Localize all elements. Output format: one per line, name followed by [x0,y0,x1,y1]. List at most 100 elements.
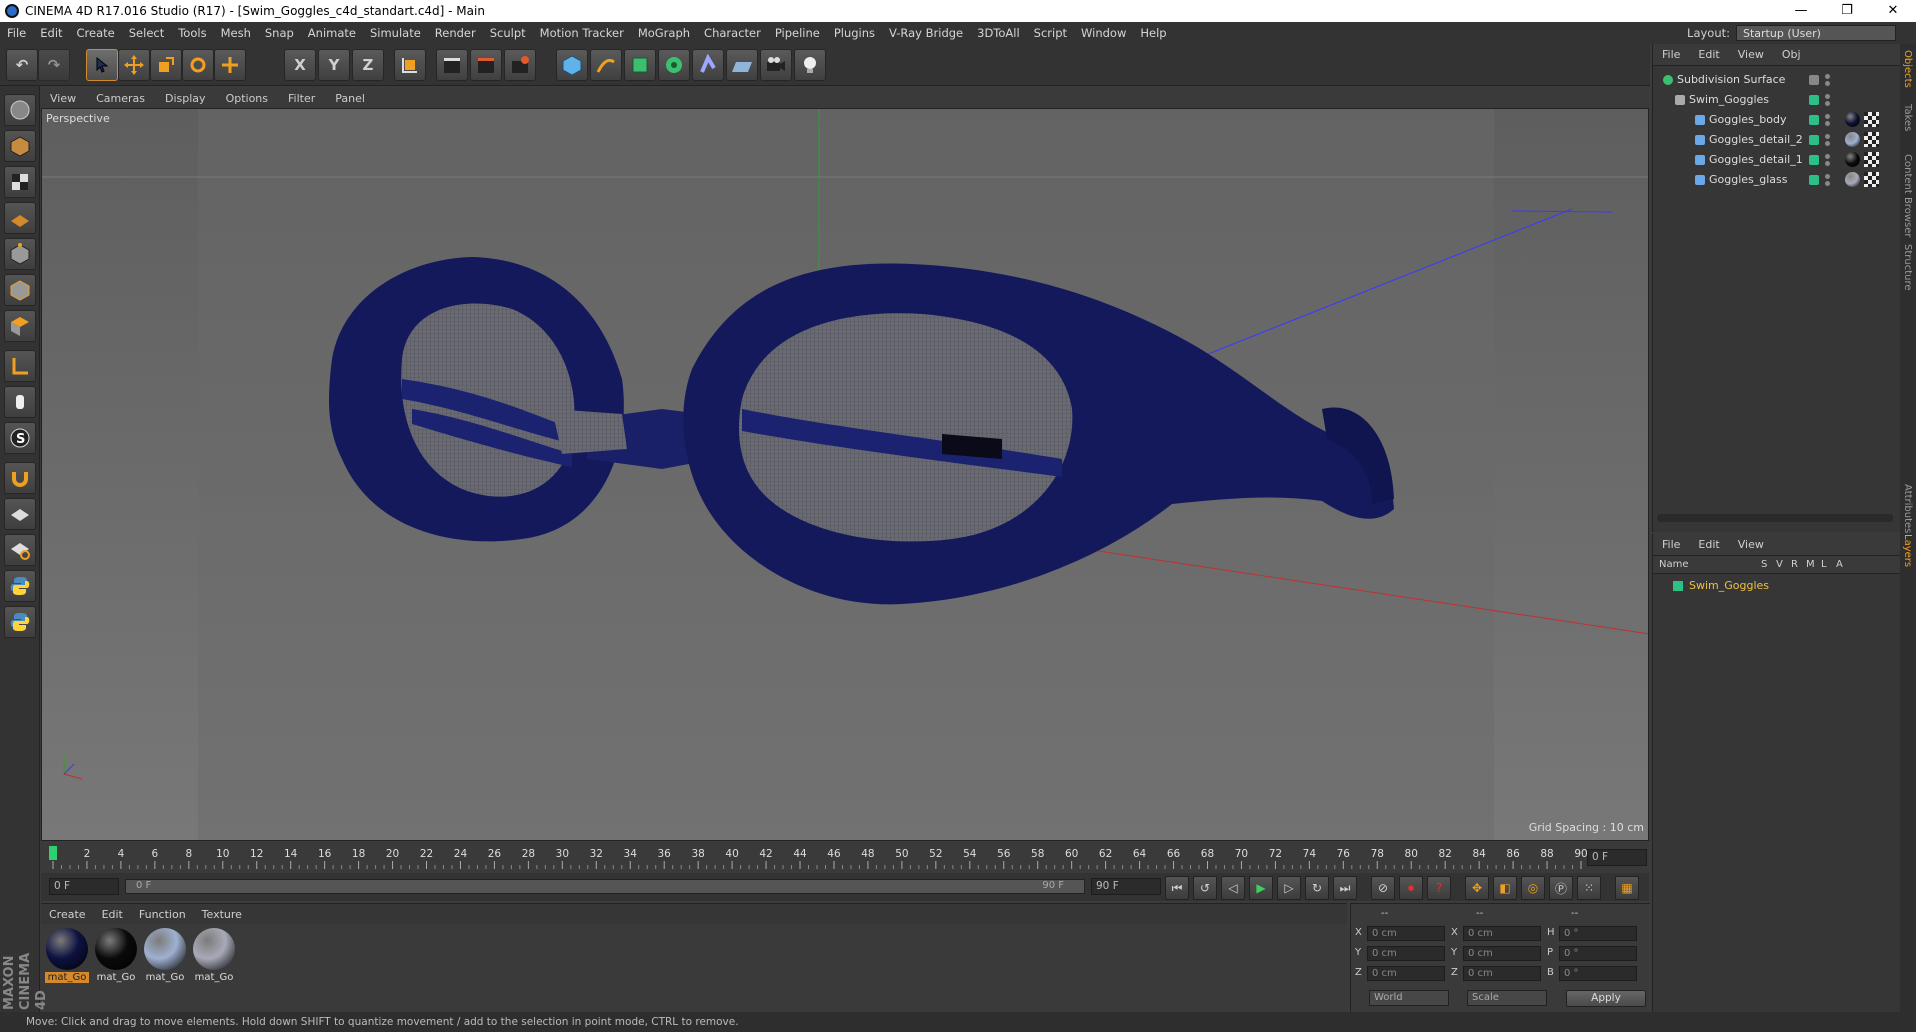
range-slider[interactable]: 0 F 90 F [125,879,1085,894]
key-rotation-button[interactable]: ◎ [1521,876,1545,900]
menu-sculpt[interactable]: Sculpt [483,26,533,40]
editor-visibility-dot[interactable] [1825,134,1830,139]
menu-script[interactable]: Script [1027,26,1074,40]
start-frame-field[interactable]: 0 F [49,878,119,895]
motion-record-button[interactable]: ⊘ [1371,876,1395,900]
material-menu-edit[interactable]: Edit [94,908,131,921]
material-swatch[interactable]: mat_Go [192,928,236,988]
key-scale-button[interactable]: ◧ [1493,876,1517,900]
menu-mograph[interactable]: MoGraph [631,26,697,40]
prev-frame-button[interactable]: ◁ [1221,876,1245,900]
render-settings-button[interactable] [504,49,536,81]
enabled-checkbox[interactable] [1809,155,1819,165]
x-axis-lock-button[interactable]: X [284,49,316,81]
coord-value-field[interactable]: 0 cm [1463,946,1541,961]
coord-value-field[interactable]: 0 ° [1559,946,1637,961]
object-scrollbar[interactable] [1657,514,1893,522]
python-script-button-2[interactable] [4,606,36,638]
layer-column-a[interactable]: A [1836,559,1843,570]
object-row[interactable]: Subdivision Surface [1653,70,1901,90]
editor-visibility-dot[interactable] [1825,74,1830,79]
coord-value-field[interactable]: 0 ° [1559,966,1637,981]
layer-menu-file[interactable]: File [1653,538,1689,551]
minimize-button[interactable]: — [1778,0,1824,22]
timeline-mode-button[interactable]: ▦ [1615,876,1639,900]
menu-character[interactable]: Character [697,26,768,40]
model-mode-button[interactable] [4,130,36,162]
render-visibility-dot[interactable] [1825,161,1830,166]
add-floor-button[interactable] [726,49,758,81]
object-row[interactable]: Goggles_body [1653,110,1901,130]
coordinate-system-button[interactable] [394,49,426,81]
viewport-menu-options[interactable]: Options [216,92,278,105]
editor-visibility-dot[interactable] [1825,94,1830,99]
coord-value-field[interactable]: 0 cm [1367,926,1445,941]
side-tab-structure[interactable]: Structure [1902,244,1913,291]
add-spline-button[interactable] [590,49,622,81]
key-pla-button[interactable]: ⁙ [1577,876,1601,900]
apply-button[interactable]: Apply [1566,990,1646,1007]
add-cube-button[interactable] [556,49,588,81]
magnet-tool-button[interactable] [4,462,36,494]
texture-tag-icon[interactable] [1864,172,1879,187]
scale-tool-button[interactable] [150,49,182,81]
redo-button[interactable]: ↷ [38,49,70,81]
perspective-viewport[interactable]: Perspective Grid Spacing : 10 cm [41,108,1649,841]
record-keys-button[interactable]: ⏺ [1399,876,1423,900]
polygons-mode-button[interactable] [4,310,36,342]
go-to-end-button[interactable]: ⏭ [1333,876,1357,900]
side-tab-takes[interactable]: Takes [1902,104,1913,131]
layer-column-s[interactable]: S [1761,559,1767,570]
layer-row[interactable]: Swim_Goggles [1653,576,1901,596]
enabled-checkbox[interactable] [1809,135,1819,145]
object-row[interactable]: Goggles_detail_2 [1653,130,1901,150]
menu-select[interactable]: Select [122,26,171,40]
render-visibility-dot[interactable] [1825,141,1830,146]
material-tag-icon[interactable] [1845,132,1860,147]
object-row[interactable]: Goggles_glass [1653,170,1901,190]
menu-file[interactable]: File [0,26,33,40]
material-swatch[interactable]: mat_Go [143,928,187,988]
layer-column-l[interactable]: L [1821,559,1827,570]
menu-snap[interactable]: Snap [258,26,301,40]
render-visibility-dot[interactable] [1825,81,1830,86]
material-tag-icon[interactable] [1845,172,1860,187]
editor-visibility-dot[interactable] [1825,174,1830,179]
menu-tools[interactable]: Tools [171,26,213,40]
enabled-checkbox[interactable] [1809,95,1819,105]
layer-menu-edit[interactable]: Edit [1689,538,1728,551]
coord-value-field[interactable]: 0 ° [1559,926,1637,941]
coord-value-field[interactable]: 0 cm [1367,946,1445,961]
layout-select[interactable]: Startup (User) [1736,25,1896,41]
coord-space-dropdown[interactable]: World [1369,990,1449,1006]
workplane-mode-button[interactable] [4,202,36,234]
object-menu-file[interactable]: File [1653,48,1689,61]
side-tab-content-browser[interactable]: Content Browser [1902,154,1913,237]
viewport-menu-filter[interactable]: Filter [278,92,325,105]
viewport-menu-panel[interactable]: Panel [325,92,375,105]
texture-tag-icon[interactable] [1864,132,1879,147]
menu-3dtoall[interactable]: 3DToAll [970,26,1027,40]
add-light-button[interactable] [794,49,826,81]
layer-column-name[interactable]: Name [1659,559,1689,570]
key-position-button[interactable]: ✥ [1465,876,1489,900]
key-parameter-button[interactable]: Ⓟ [1549,876,1573,900]
axis-mode-button[interactable] [4,350,36,382]
points-mode-button[interactable] [4,238,36,270]
object-menu-obj[interactable]: Obj [1773,48,1810,61]
move-tool-button[interactable] [118,49,150,81]
viewport-menu-cameras[interactable]: Cameras [86,92,155,105]
menu-animate[interactable]: Animate [301,26,363,40]
side-tab-objects[interactable]: Objects [1902,50,1913,88]
go-to-start-button[interactable]: ⏮ [1165,876,1189,900]
material-tag-icon[interactable] [1845,112,1860,127]
next-frame-button[interactable]: ▷ [1277,876,1301,900]
editor-visibility-dot[interactable] [1825,114,1830,119]
menu-create[interactable]: Create [70,26,122,40]
render-view-button[interactable] [436,49,468,81]
texture-mode-button[interactable] [4,166,36,198]
menu-help[interactable]: Help [1133,26,1173,40]
render-visibility-dot[interactable] [1825,121,1830,126]
material-swatch[interactable]: mat_Go [94,928,138,988]
material-swatch[interactable]: mat_Go [45,928,89,988]
